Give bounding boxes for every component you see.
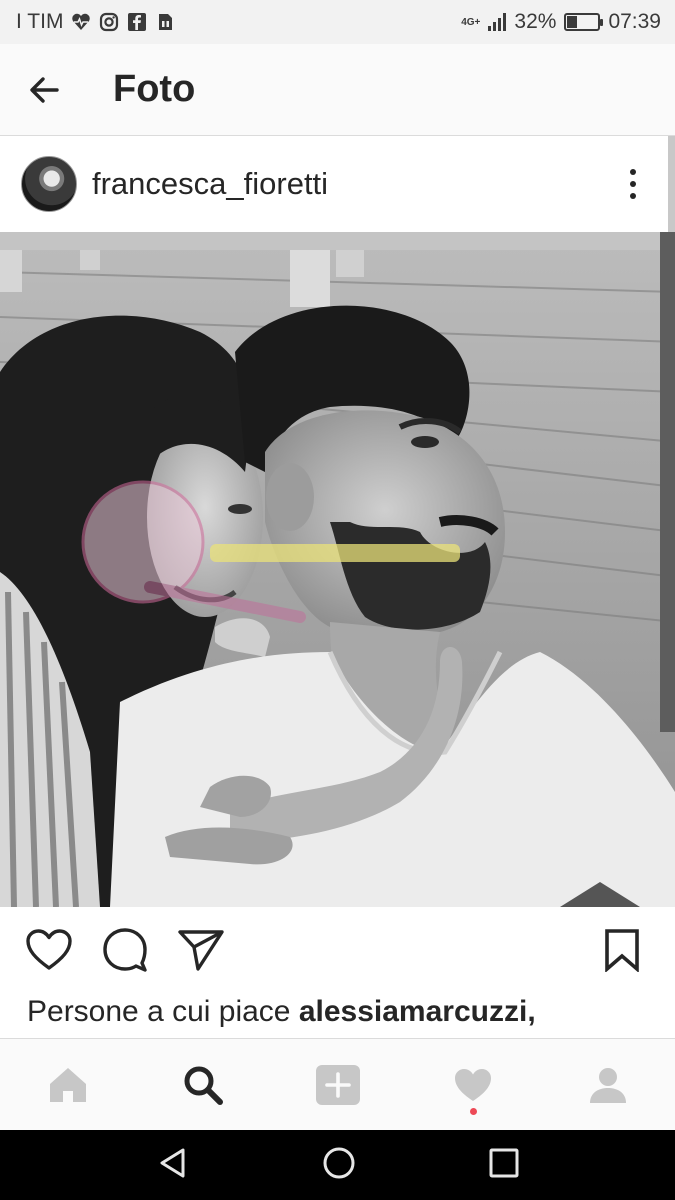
more-options-button[interactable]: [598, 154, 668, 214]
arrow-left-icon: [30, 76, 59, 103]
sim-card-icon: [155, 12, 175, 32]
carrier-label: I TIM: [16, 10, 64, 33]
post-actions: [0, 907, 675, 993]
clock: 07:39: [608, 10, 661, 33]
bookmark-icon: [605, 929, 639, 972]
search-icon: [184, 1066, 223, 1105]
share-button[interactable]: [176, 925, 226, 975]
like-button[interactable]: [24, 925, 74, 975]
page-title: Foto: [113, 68, 196, 110]
back-triangle-icon: [160, 1148, 184, 1177]
recents-square-icon: [489, 1148, 518, 1177]
home-icon: [49, 1067, 86, 1102]
android-home-button[interactable]: [322, 1146, 356, 1185]
photo-image: [0, 232, 675, 907]
nav-search[interactable]: [163, 1045, 243, 1125]
status-bar: I TIM 4G+ 32% 07:39: [0, 0, 675, 44]
activity-heart-icon: [454, 1068, 491, 1101]
comment-button[interactable]: [100, 925, 150, 975]
battery-icon: [564, 13, 604, 31]
post-photo[interactable]: [0, 232, 675, 907]
post-header: francesca_fioretti: [0, 136, 675, 232]
nav-profile[interactable]: [568, 1045, 648, 1125]
back-button[interactable]: [0, 44, 90, 136]
app-header: Foto: [0, 44, 675, 136]
battery-fill: [567, 16, 578, 28]
android-nav-bar: [0, 1130, 675, 1200]
vertical-dots-icon: [630, 169, 636, 199]
post-username[interactable]: francesca_fioretti: [92, 166, 598, 202]
network-label: 4G+: [461, 16, 481, 28]
heart-monitor-icon: [71, 12, 91, 32]
notification-dot: [469, 1107, 477, 1115]
heart-icon: [26, 929, 72, 970]
status-left: I TIM: [16, 10, 175, 34]
nav-activity[interactable]: [433, 1045, 513, 1125]
nav-home[interactable]: [28, 1045, 108, 1125]
share-icon: [178, 930, 224, 971]
android-back-button[interactable]: [157, 1147, 189, 1184]
battery-percent: 32%: [514, 10, 557, 33]
liked-by-user[interactable]: alessiamarcuzzi,: [299, 995, 536, 1028]
likes-prefix: Persone a cui piace: [27, 995, 299, 1028]
nav-add[interactable]: [298, 1045, 378, 1125]
android-recents-button[interactable]: [489, 1148, 519, 1183]
instagram-icon: [99, 12, 119, 32]
likes-line: Persone a cui piace alessiamarcuzzi,: [27, 995, 667, 1039]
network-type-label: 4G+: [461, 16, 481, 28]
comment-icon: [103, 928, 147, 972]
signal-icon: [488, 13, 507, 31]
profile-icon: [589, 1067, 626, 1103]
home-circle-icon: [323, 1147, 354, 1178]
bookmark-button[interactable]: [597, 925, 647, 975]
facebook-icon: [127, 12, 147, 32]
status-right: 4G+ 32% 07:39: [461, 10, 661, 34]
add-icon: [315, 1064, 360, 1105]
bottom-nav: [0, 1038, 675, 1130]
avatar[interactable]: [21, 156, 77, 212]
